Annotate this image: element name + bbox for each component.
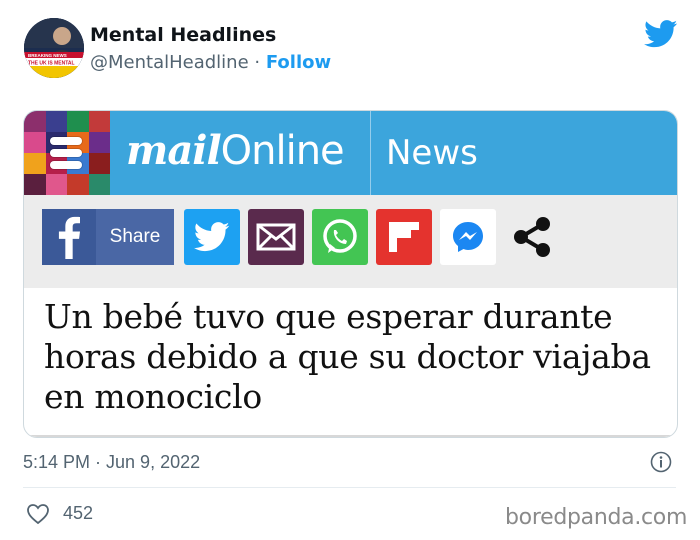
like-count: 452 [63,503,94,523]
flipboard-share-button[interactable] [376,209,432,265]
share-bar: Share [24,195,677,288]
author-handle[interactable]: @MentalHeadline [90,52,249,73]
card-bottom-border [24,435,677,437]
share-icon [514,217,550,257]
svg-text:THE UK IS MENTAL: THE UK IS MENTAL [28,61,75,67]
footer-divider [23,487,676,488]
svg-text:BREAKING NEWS: BREAKING NEWS [28,53,67,58]
follow-button[interactable]: Follow [266,52,331,73]
author-handle-row: @MentalHeadline · Follow [90,52,331,73]
tweet-timestamp[interactable]: 5:14 PM · Jun 9, 2022 [23,452,200,473]
link-card[interactable]: mailOnline News Share Un bebé tuvo que e… [23,110,678,438]
facebook-button[interactable] [42,209,96,265]
facebook-icon [58,216,80,259]
whatsapp-icon [323,219,357,253]
whatsapp-share-button[interactable] [312,209,368,265]
email-share-button[interactable] [248,209,304,265]
author-avatar[interactable]: BREAKING NEWS THE UK IS MENTAL [24,18,84,78]
twitter-icon [194,222,230,252]
twitter-bird-icon[interactable] [644,20,678,48]
twitter-share-button[interactable] [184,209,240,265]
heart-icon[interactable] [26,503,50,525]
info-icon[interactable] [650,451,672,473]
more-share-button[interactable] [504,209,560,265]
header-divider [370,111,371,195]
menu-icon[interactable] [44,131,88,175]
mailonline-logo: mailOnline [126,127,345,174]
email-icon [256,223,296,251]
handle-separator: · [254,52,261,73]
author-name[interactable]: Mental Headlines [90,24,276,46]
flipboard-icon [389,222,419,252]
boredpanda-watermark: boredpanda.com [505,505,688,530]
share-button[interactable]: Share [96,209,174,265]
messenger-share-button[interactable] [440,209,496,265]
mailonline-header: mailOnline News [24,111,677,195]
section-label[interactable]: News [386,133,478,173]
article-headline[interactable]: Un bebé tuvo que esperar durante horas d… [44,297,664,417]
messenger-icon [453,222,483,252]
